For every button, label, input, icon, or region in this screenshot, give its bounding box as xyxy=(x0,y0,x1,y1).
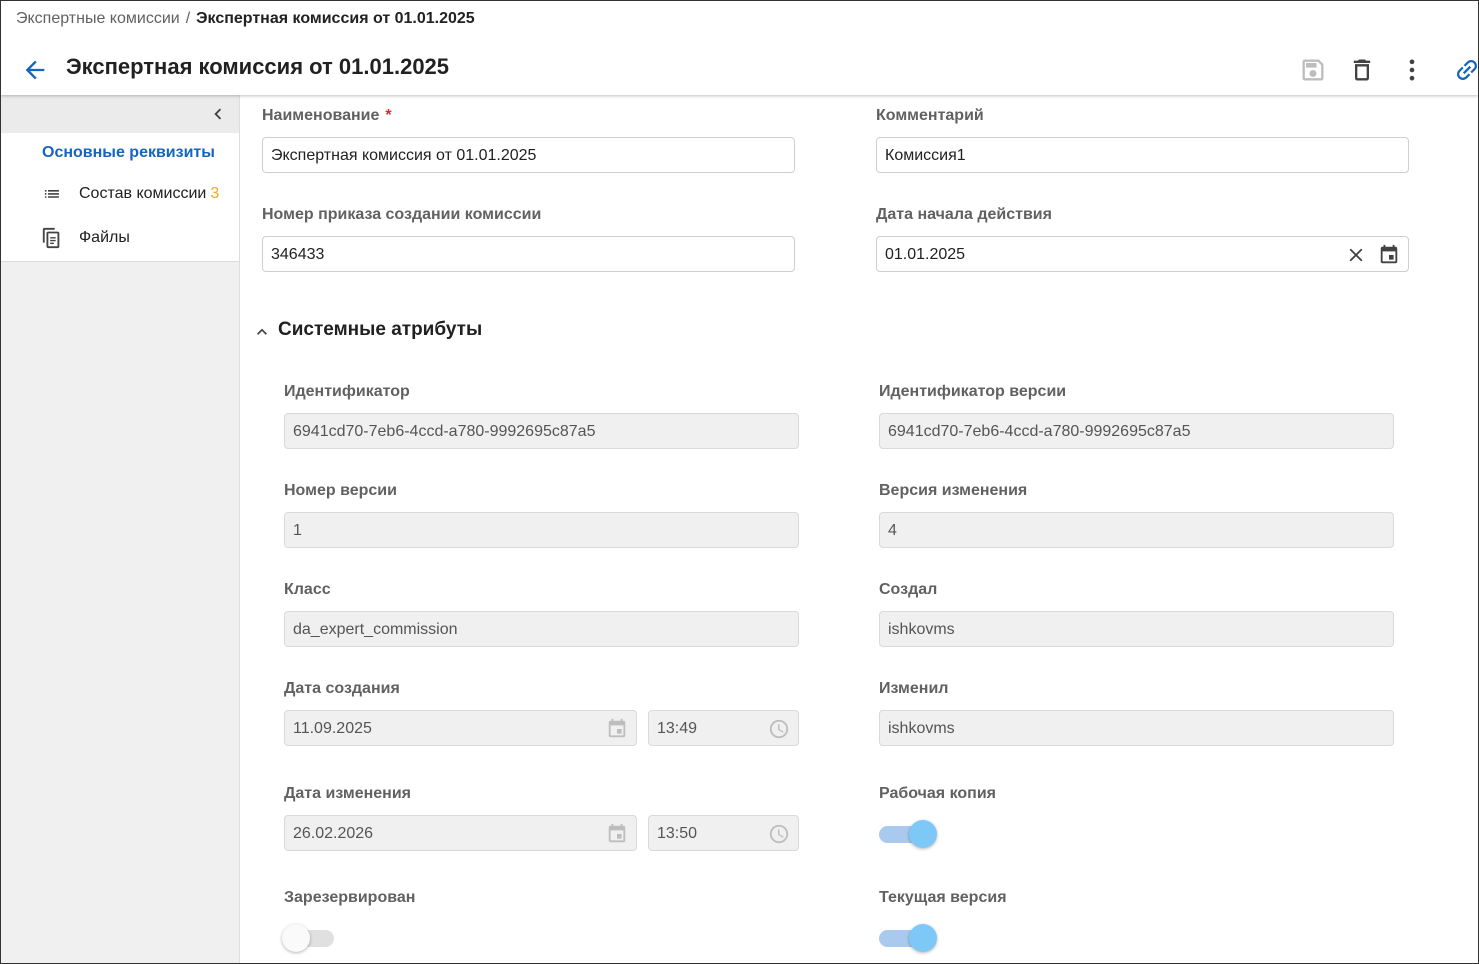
current-version-label: Текущая версия xyxy=(879,889,1007,906)
required-mark: * xyxy=(385,107,392,124)
page-title: Экспертная комиссия от 01.01.2025 xyxy=(66,54,450,79)
toggle-knob xyxy=(909,924,937,952)
sidebar-item-label-text: Состав комиссии xyxy=(79,185,207,202)
clock-icon xyxy=(769,824,789,844)
version-number-label: Номер версии xyxy=(284,482,397,499)
count-badge: 3 xyxy=(210,185,220,202)
files-icon xyxy=(42,227,60,249)
working-copy-toggle[interactable] xyxy=(879,820,939,850)
calendar-icon xyxy=(608,823,626,843)
class-label: Класс xyxy=(284,581,331,598)
current-version-toggle[interactable] xyxy=(879,924,939,954)
calendar-icon xyxy=(608,718,626,738)
comment-field[interactable]: Комиссия1 xyxy=(876,137,1409,173)
name-label-text: Наименование xyxy=(262,107,380,124)
modified-date-field: 26.02.2026 xyxy=(284,815,637,851)
sidebar-item-main-details[interactable]: Основные реквизиты xyxy=(1,133,239,173)
version-identifier-field: 6941cd70-7eb6-4ccd-a780-9992695c87a5 xyxy=(879,413,1394,449)
sidebar: Основные реквизиты Состав комиссии 3 Файл… xyxy=(1,95,240,963)
breadcrumb-separator: / xyxy=(185,10,191,27)
save-icon[interactable] xyxy=(1299,56,1327,84)
delete-icon[interactable] xyxy=(1348,56,1376,84)
identifier-field: 6941cd70-7eb6-4ccd-a780-9992695c87a5 xyxy=(284,413,799,449)
chevron-up-icon[interactable] xyxy=(252,322,272,342)
main-content: Наименование * Экспертная комиссия от 01.… xyxy=(240,95,1478,963)
clear-icon[interactable] xyxy=(1345,244,1367,266)
back-arrow-icon[interactable] xyxy=(21,56,49,84)
sidebar-item-commission-members[interactable]: Состав комиссии 3 xyxy=(1,174,239,214)
reserved-label: Зарезервирован xyxy=(284,889,416,906)
created-date-field: 11.09.2025 xyxy=(284,710,637,746)
version-number-field: 1 xyxy=(284,512,799,548)
sidebar-collapse-row xyxy=(1,95,239,134)
calendar-icon[interactable] xyxy=(1378,244,1400,266)
start-date-field[interactable]: 01.01.2025 xyxy=(876,236,1409,272)
comment-label: Комментарий xyxy=(876,107,984,124)
more-vert-icon[interactable] xyxy=(1398,56,1426,84)
class-field: da_expert_commission xyxy=(284,611,799,647)
order-number-field[interactable]: 346433 xyxy=(262,236,795,272)
toggle-knob xyxy=(282,924,310,952)
working-copy-label: Рабочая копия xyxy=(879,785,996,802)
created-by-field: ishkovms xyxy=(879,611,1394,647)
change-version-field: 4 xyxy=(879,512,1394,548)
modified-by-label: Изменил xyxy=(879,680,949,697)
breadcrumb-parent-link[interactable]: Экспертные комиссии xyxy=(16,10,180,27)
chevron-left-icon[interactable] xyxy=(207,103,229,125)
start-date-label: Дата начала действия xyxy=(876,206,1052,223)
list-icon xyxy=(44,190,59,198)
breadcrumb-current: Экспертная комиссия от 01.01.2025 xyxy=(196,10,475,27)
sidebar-item-label: Основные реквизиты xyxy=(42,144,215,161)
name-label: Наименование * xyxy=(262,107,392,125)
created-at-label: Дата создания xyxy=(284,680,400,697)
modified-by-field: ishkovms xyxy=(879,710,1394,746)
system-attributes-title[interactable]: Системные атрибуты xyxy=(278,319,482,341)
created-by-label: Создал xyxy=(879,581,938,598)
change-version-label: Версия изменения xyxy=(879,482,1028,499)
sidebar-menu: Основные реквизиты Состав комиссии 3 Файл… xyxy=(1,133,239,262)
modified-at-label: Дата изменения xyxy=(284,785,411,802)
page-header: Экспертные комиссии / Экспертная комиссия … xyxy=(1,1,1478,95)
sidebar-item-files[interactable]: Файлы xyxy=(1,218,239,258)
window: Экспертные комиссии / Экспертная комиссия … xyxy=(0,0,1479,964)
breadcrumb: Экспертные комиссии / Экспертная комиссия … xyxy=(16,10,475,28)
link-icon[interactable] xyxy=(1453,56,1479,84)
version-identifier-label: Идентификатор версии xyxy=(879,383,1067,400)
sidebar-item-label: Файлы xyxy=(79,229,130,246)
order-number-label: Номер приказа создании комиссии xyxy=(262,206,542,223)
clock-icon xyxy=(769,719,789,739)
identifier-label: Идентификатор xyxy=(284,383,410,400)
reserved-toggle[interactable] xyxy=(282,924,344,954)
name-field[interactable]: Экспертная комиссия от 01.01.2025 xyxy=(262,137,795,173)
sidebar-item-label: Состав комиссии 3 xyxy=(79,185,219,203)
toggle-knob xyxy=(909,820,937,848)
